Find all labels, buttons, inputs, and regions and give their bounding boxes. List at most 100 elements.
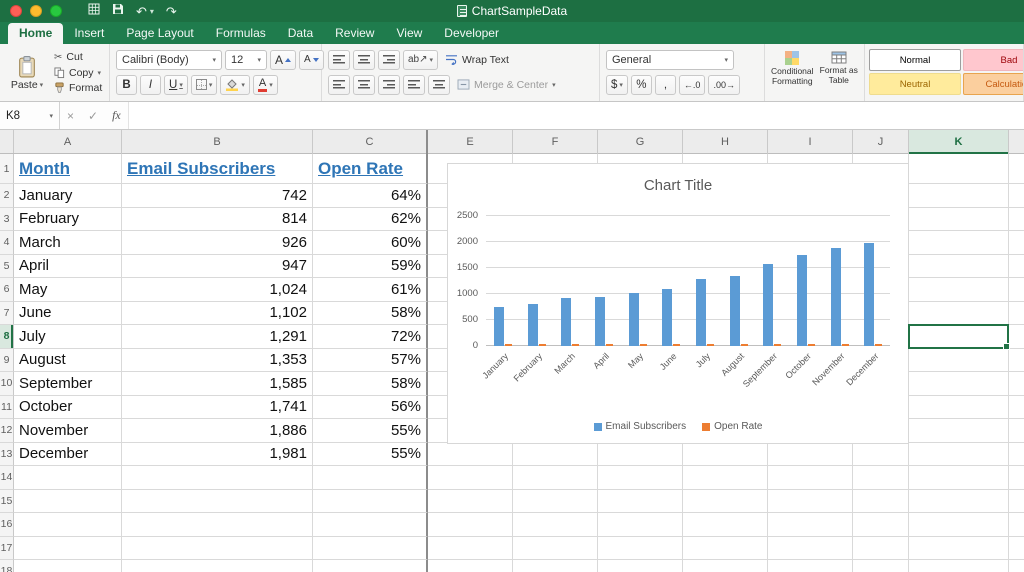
cell-C4[interactable]: 60% [313, 231, 428, 255]
format-as-table-button[interactable]: Format as Table [820, 49, 858, 96]
cell-A9[interactable]: August [14, 349, 122, 373]
cell-G16[interactable] [598, 513, 683, 537]
decrease-font-size-button[interactable]: A [299, 50, 324, 70]
row-header-16[interactable]: 16 [0, 513, 14, 537]
bold-button[interactable]: B [116, 75, 137, 95]
row-header-2[interactable]: 2 [0, 184, 14, 208]
align-left-button[interactable] [328, 75, 350, 95]
zoom-window-button[interactable] [50, 5, 62, 17]
cell-F17[interactable] [513, 537, 598, 561]
cell-style-calculation[interactable]: Calculation [963, 73, 1024, 95]
cell-H18[interactable] [683, 560, 768, 572]
cell-G17[interactable] [598, 537, 683, 561]
cell-C18[interactable] [313, 560, 428, 572]
close-window-button[interactable] [10, 5, 22, 17]
format-painter-button[interactable]: Format [54, 81, 102, 95]
cell-C14[interactable] [313, 466, 428, 490]
cell-K5[interactable] [909, 255, 1009, 279]
cell-K13[interactable] [909, 443, 1009, 467]
fill-color-button[interactable]: ▾ [220, 75, 250, 95]
cell-K11[interactable] [909, 396, 1009, 420]
column-header-K[interactable]: K [909, 130, 1009, 154]
underline-button[interactable]: U▾ [164, 75, 188, 95]
align-center-button[interactable] [353, 75, 375, 95]
align-middle-button[interactable] [353, 50, 375, 70]
cell-C1[interactable]: Open Rate [313, 154, 428, 184]
cell-K18[interactable] [909, 560, 1009, 572]
cell-E17[interactable] [428, 537, 513, 561]
cell-B7[interactable]: 1,102 [122, 302, 313, 326]
tab-insert[interactable]: Insert [63, 23, 115, 44]
cell-K7[interactable] [909, 302, 1009, 326]
cell-H15[interactable] [683, 490, 768, 514]
cell-style-neutral[interactable]: Neutral [869, 73, 961, 95]
row-header-6[interactable]: 6 [0, 278, 14, 302]
cell-K1[interactable] [909, 154, 1009, 184]
cell-style-normal[interactable]: Normal [869, 49, 961, 71]
cell-K12[interactable] [909, 419, 1009, 443]
increase-indent-button[interactable] [428, 75, 450, 95]
chart[interactable]: Chart Title 05001000150020002500 January… [447, 163, 909, 444]
cell-G15[interactable] [598, 490, 683, 514]
italic-button[interactable]: I [140, 75, 161, 95]
column-header-J[interactable]: J [853, 130, 909, 154]
cell-C17[interactable] [313, 537, 428, 561]
column-header-C[interactable]: C [313, 130, 428, 154]
cell-K2[interactable] [909, 184, 1009, 208]
paste-button[interactable]: Paste▾ [6, 49, 48, 96]
cell-B9[interactable]: 1,353 [122, 349, 313, 373]
cell-A12[interactable]: November [14, 419, 122, 443]
cell-C3[interactable]: 62% [313, 208, 428, 232]
row-header-12[interactable]: 12 [0, 419, 14, 443]
cell-A6[interactable]: May [14, 278, 122, 302]
cell-F16[interactable] [513, 513, 598, 537]
cell-B3[interactable]: 814 [122, 208, 313, 232]
cell-H17[interactable] [683, 537, 768, 561]
cell-C12[interactable]: 55% [313, 419, 428, 443]
cell-K14[interactable] [909, 466, 1009, 490]
cell-A10[interactable]: September [14, 372, 122, 396]
cell-J15[interactable] [853, 490, 909, 514]
tab-formulas[interactable]: Formulas [205, 23, 277, 44]
minimize-window-button[interactable] [30, 5, 42, 17]
cell-A16[interactable] [14, 513, 122, 537]
tab-developer[interactable]: Developer [433, 23, 510, 44]
cell-K17[interactable] [909, 537, 1009, 561]
view-grid-icon[interactable] [88, 2, 100, 20]
cell-K16[interactable] [909, 513, 1009, 537]
cell-A5[interactable]: April [14, 255, 122, 279]
tab-view[interactable]: View [385, 23, 433, 44]
align-bottom-button[interactable] [378, 50, 400, 70]
increase-decimal-button[interactable]: ←.0 [679, 75, 706, 95]
cell-I15[interactable] [768, 490, 853, 514]
decrease-indent-button[interactable] [403, 75, 425, 95]
cell-C7[interactable]: 58% [313, 302, 428, 326]
number-format-select[interactable]: General▾ [606, 50, 734, 70]
accounting-format-button[interactable]: $▾ [606, 75, 628, 95]
cell-B14[interactable] [122, 466, 313, 490]
comma-style-button[interactable]: , [655, 75, 676, 95]
save-icon[interactable] [112, 2, 124, 20]
cell-G14[interactable] [598, 466, 683, 490]
font-size-select[interactable]: 12▾ [225, 50, 267, 70]
cell-I17[interactable] [768, 537, 853, 561]
cell-A11[interactable]: October [14, 396, 122, 420]
cell-H13[interactable] [683, 443, 768, 467]
borders-button[interactable]: ▾ [191, 75, 218, 95]
cell-A8[interactable]: July [14, 325, 122, 349]
cell-K6[interactable] [909, 278, 1009, 302]
cell-J13[interactable] [853, 443, 909, 467]
cell-A7[interactable]: June [14, 302, 122, 326]
cell-G13[interactable] [598, 443, 683, 467]
row-header-10[interactable]: 10 [0, 372, 14, 396]
row-header-8[interactable]: 8 [0, 325, 14, 349]
cell-C5[interactable]: 59% [313, 255, 428, 279]
cell-F15[interactable] [513, 490, 598, 514]
row-header-15[interactable]: 15 [0, 490, 14, 514]
tab-page-layout[interactable]: Page Layout [115, 23, 204, 44]
column-header-A[interactable]: A [14, 130, 122, 154]
cell-A15[interactable] [14, 490, 122, 514]
cell-B12[interactable]: 1,886 [122, 419, 313, 443]
cell-B17[interactable] [122, 537, 313, 561]
cell-C2[interactable]: 64% [313, 184, 428, 208]
